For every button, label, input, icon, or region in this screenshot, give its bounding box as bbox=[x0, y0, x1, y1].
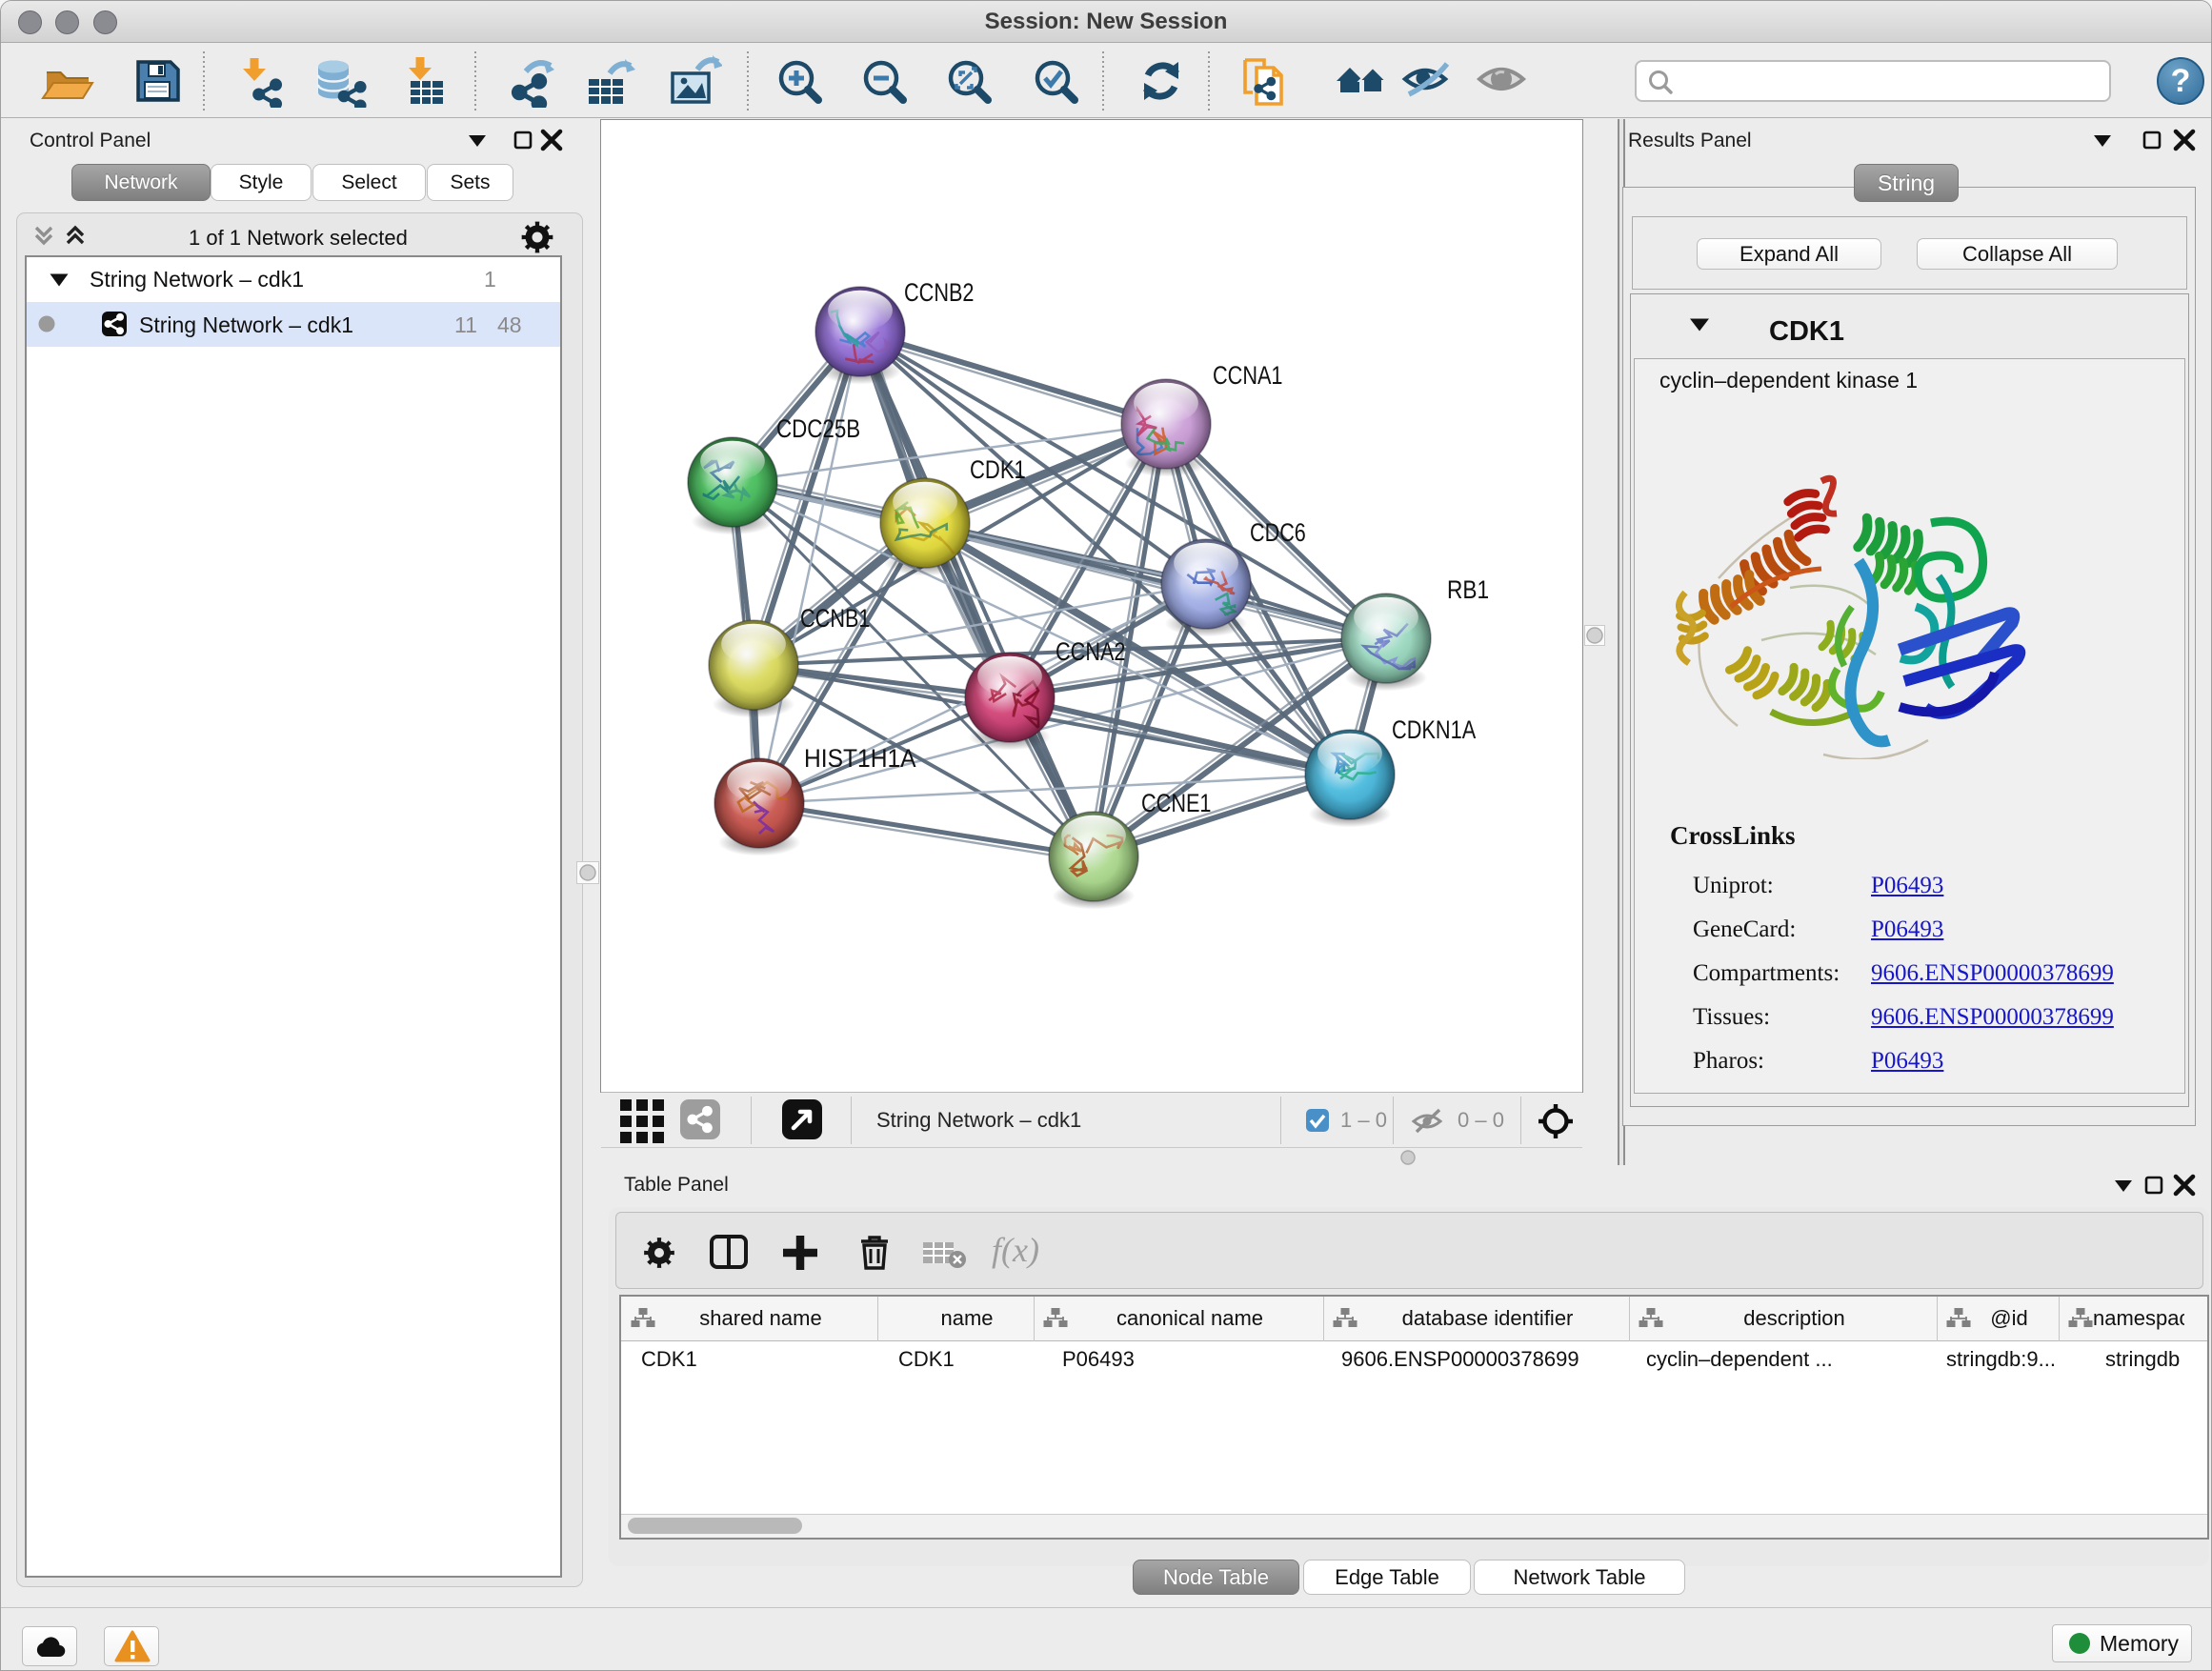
svg-text:CCNB2: CCNB2 bbox=[904, 278, 975, 307]
svg-text:?: ? bbox=[2171, 63, 2191, 99]
svg-text:CCNB1: CCNB1 bbox=[800, 604, 871, 633]
svg-text:CDC6: CDC6 bbox=[1250, 518, 1306, 547]
svg-text:CDKN1A: CDKN1A bbox=[1392, 715, 1476, 744]
svg-text:CCNA2: CCNA2 bbox=[1056, 637, 1126, 666]
svg-text:HIST1H1A: HIST1H1A bbox=[804, 744, 916, 773]
svg-text:CDC25B: CDC25B bbox=[776, 414, 860, 443]
svg-text:CCNE1: CCNE1 bbox=[1141, 789, 1212, 817]
svg-text:CCNA1: CCNA1 bbox=[1213, 361, 1283, 390]
svg-text:RB1: RB1 bbox=[1447, 575, 1489, 604]
svg-text:CDK1: CDK1 bbox=[970, 455, 1026, 484]
